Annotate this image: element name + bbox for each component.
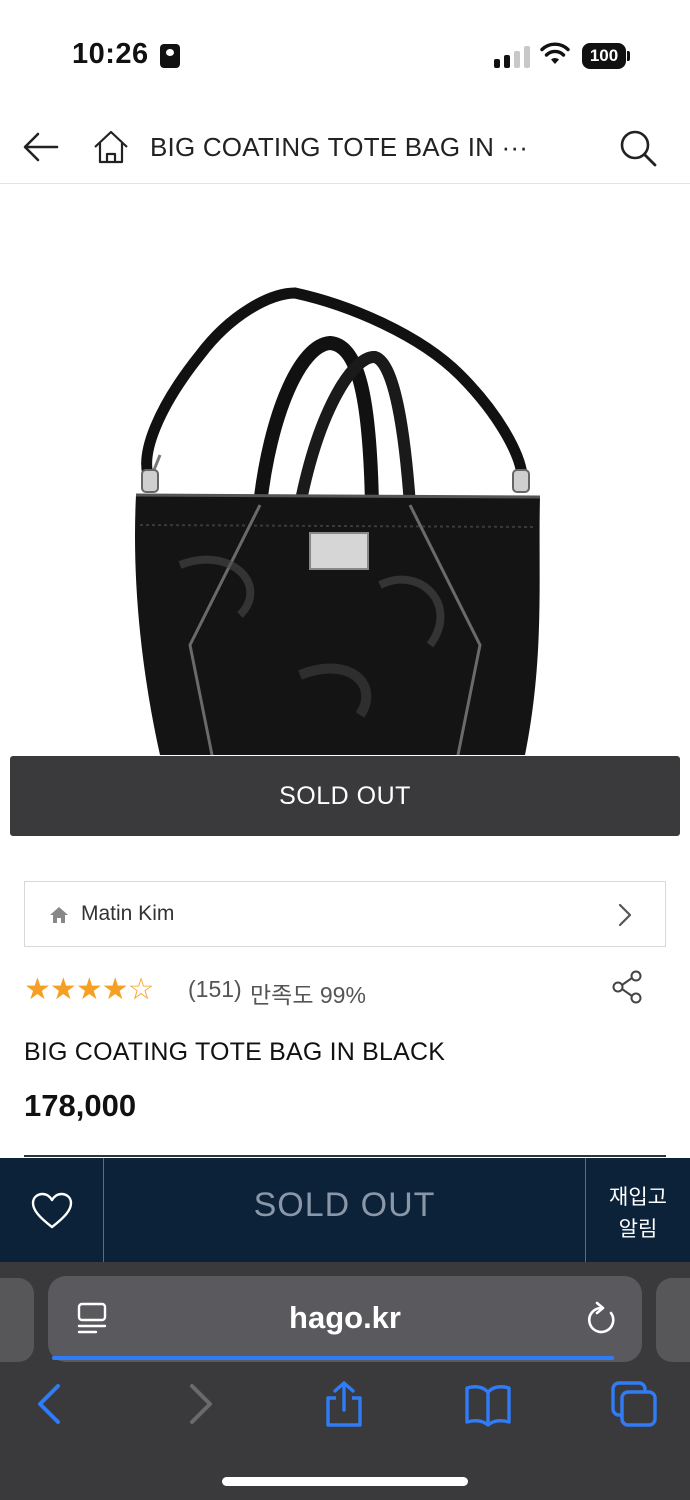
next-tab-peek[interactable] (656, 1278, 690, 1362)
sold-out-button[interactable]: SOLD OUT (104, 1158, 585, 1262)
cellular-signal-icon (494, 46, 530, 68)
page-header: BIG COATING TOTE BAG IN ··· (0, 110, 690, 184)
star-filled-icon: ★ (75, 973, 103, 1006)
restock-label-line2: 알림 (618, 1218, 658, 1241)
sold-out-banner: SOLD OUT (10, 756, 680, 836)
reload-icon[interactable] (584, 1300, 618, 1336)
bookmarks-icon[interactable] (464, 1380, 512, 1428)
wishlist-button[interactable] (0, 1158, 104, 1262)
back-arrow-icon[interactable] (22, 130, 60, 164)
battery-tip (627, 51, 630, 61)
review-count[interactable]: (151) (188, 976, 242, 1003)
heart-icon (31, 1192, 73, 1229)
url-text: hago.kr (289, 1300, 401, 1335)
chevron-right-icon (618, 903, 632, 927)
wifi-icon (540, 42, 570, 64)
product-image (135, 287, 541, 756)
status-bar: 10:26 100 (0, 0, 690, 110)
share-sheet-icon[interactable] (320, 1380, 368, 1428)
address-bar[interactable]: hago.kr (48, 1276, 642, 1362)
battery-indicator: 100 (582, 43, 626, 69)
content-divider (24, 1155, 666, 1157)
search-icon[interactable] (618, 128, 658, 168)
previous-tab-peek[interactable] (0, 1278, 34, 1362)
purchase-bar: SOLD OUT 재입고 알림 (0, 1158, 690, 1262)
page-title: BIG COATING TOTE BAG IN ··· (150, 132, 529, 162)
restock-label-line1: 재입고 (609, 1186, 667, 1209)
satisfaction-rate: 만족도 99% (250, 982, 366, 1008)
rating-stars: ★★★★☆ (24, 972, 155, 1007)
star-outline-icon: ☆ (127, 973, 155, 1006)
brand-name: Matin Kim (81, 902, 175, 925)
restock-alert-button[interactable]: 재입고 알림 (585, 1158, 690, 1262)
contact-card-icon (160, 44, 180, 68)
star-filled-icon: ★ (101, 973, 129, 1006)
home-icon[interactable] (92, 128, 130, 166)
forward-icon[interactable] (176, 1380, 224, 1428)
brand-link[interactable]: Matin Kim (24, 881, 666, 947)
home-indicator (222, 1477, 468, 1486)
back-icon[interactable] (26, 1380, 74, 1428)
page-load-progress (52, 1356, 614, 1360)
shop-home-icon (50, 907, 68, 923)
product-price: 178,000 (24, 1088, 137, 1123)
rating-row: ★★★★☆ (151) 만족도 99% (24, 970, 666, 1008)
tabs-icon[interactable] (610, 1380, 658, 1428)
product-title: BIG COATING TOTE BAG IN BLACK (24, 1038, 446, 1066)
star-filled-icon: ★ (24, 973, 51, 1006)
star-filled-icon: ★ (49, 973, 77, 1006)
status-time: 10:26 (72, 38, 149, 70)
share-icon[interactable] (610, 970, 644, 1004)
